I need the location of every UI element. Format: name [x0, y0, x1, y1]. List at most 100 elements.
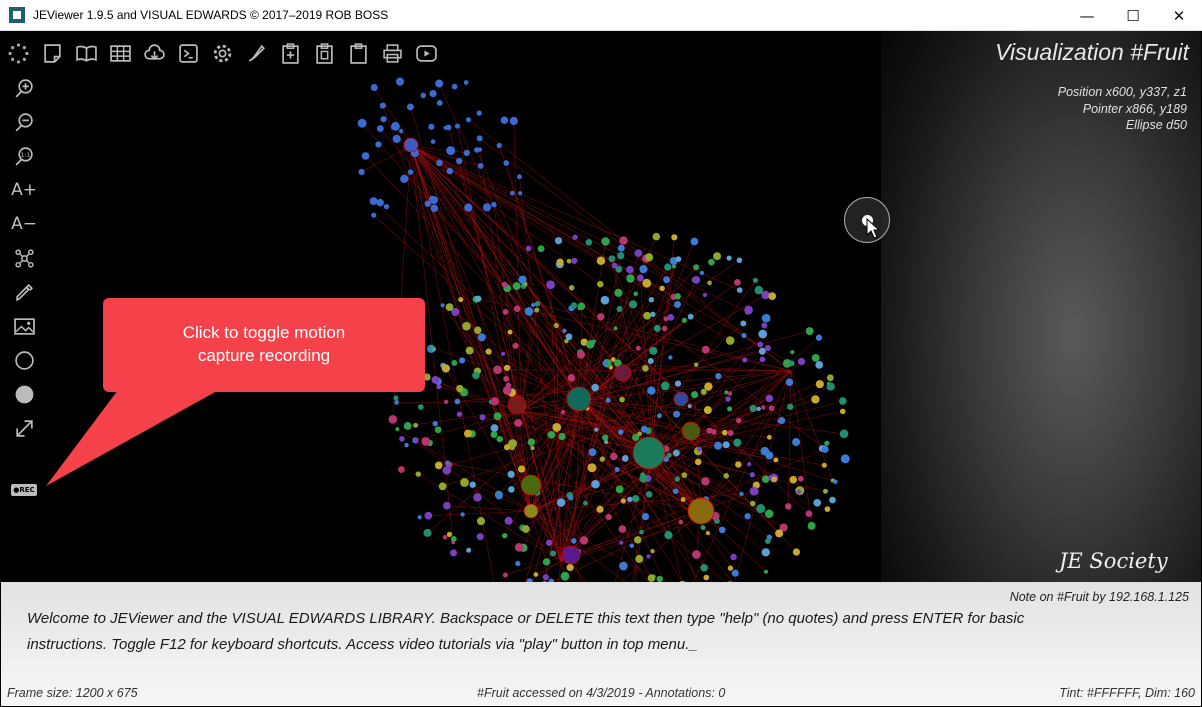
graph-hub-node[interactable] — [632, 436, 666, 470]
graph-node[interactable] — [456, 157, 463, 165]
graph-node[interactable] — [626, 265, 634, 274]
graph-node[interactable] — [703, 406, 712, 415]
graph-node[interactable] — [790, 350, 795, 355]
graph-node[interactable] — [639, 474, 648, 483]
graph-node[interactable] — [761, 290, 770, 300]
graph-node[interactable] — [693, 264, 700, 271]
graph-node[interactable] — [749, 486, 759, 496]
graph-hub-node[interactable] — [687, 497, 715, 525]
graph-node[interactable] — [735, 461, 742, 468]
graph-node[interactable] — [784, 503, 792, 510]
graph-node[interactable] — [553, 322, 559, 329]
graph-node[interactable] — [640, 425, 648, 433]
graph-node[interactable] — [614, 288, 623, 297]
graph-node[interactable] — [477, 333, 486, 342]
graph-node[interactable] — [642, 278, 652, 288]
graph-node[interactable] — [757, 341, 764, 348]
graph-node[interactable] — [792, 438, 801, 447]
graph-node[interactable] — [741, 332, 747, 339]
graph-node[interactable] — [490, 397, 499, 406]
graph-node[interactable] — [375, 141, 382, 148]
cloud-download-icon[interactable] — [137, 38, 171, 68]
graph-node[interactable] — [503, 444, 511, 451]
graph-node[interactable] — [680, 497, 686, 502]
graph-node[interactable] — [620, 498, 626, 504]
graph-node[interactable] — [636, 274, 644, 282]
graph-node[interactable] — [661, 325, 668, 332]
graph-node[interactable] — [619, 236, 628, 245]
graph-node[interactable] — [534, 301, 541, 307]
graph-node[interactable] — [740, 320, 747, 327]
graph-node[interactable] — [474, 326, 482, 334]
graph-node[interactable] — [395, 77, 405, 86]
graph-node[interactable] — [463, 429, 472, 438]
graph-node[interactable] — [725, 396, 731, 402]
graph-node[interactable] — [821, 462, 827, 468]
graph-node[interactable] — [764, 569, 769, 574]
graph-node[interactable] — [525, 245, 532, 252]
graph-node[interactable] — [722, 429, 728, 436]
graph-node[interactable] — [706, 427, 713, 434]
graph-node[interactable] — [626, 274, 635, 283]
graph-node[interactable] — [811, 395, 820, 404]
graph-node[interactable] — [727, 430, 734, 437]
graph-node[interactable] — [588, 448, 597, 457]
graph-node[interactable] — [787, 403, 794, 410]
graph-node[interactable] — [840, 454, 850, 464]
graph-node[interactable] — [556, 258, 564, 266]
graph-node[interactable] — [839, 408, 846, 415]
graph-node[interactable] — [399, 436, 405, 442]
graph-node[interactable] — [715, 373, 722, 380]
graph-node[interactable] — [454, 123, 461, 129]
graph-node[interactable] — [582, 500, 588, 506]
graph-node[interactable] — [420, 92, 427, 99]
graph-node[interactable] — [491, 201, 497, 208]
graph-node[interactable] — [619, 540, 624, 545]
graph-node[interactable] — [600, 295, 610, 305]
graph-node[interactable] — [445, 460, 450, 466]
graph-node[interactable] — [441, 364, 450, 373]
graph-hub-node[interactable] — [561, 545, 581, 565]
graph-node[interactable] — [739, 491, 744, 497]
graph-node[interactable] — [485, 348, 492, 355]
graph-node[interactable] — [610, 452, 618, 461]
graph-node[interactable] — [749, 404, 757, 413]
graph-node[interactable] — [730, 553, 737, 561]
graph-node[interactable] — [659, 285, 665, 292]
graph-node[interactable] — [771, 476, 777, 483]
graph-node[interactable] — [744, 513, 751, 520]
graph-node[interactable] — [391, 121, 400, 131]
graph-node[interactable] — [518, 191, 523, 196]
graph-node[interactable] — [369, 197, 378, 205]
minimize-button[interactable]: — — [1064, 0, 1110, 31]
graph-node[interactable] — [681, 472, 688, 479]
graph-node[interactable] — [568, 285, 575, 291]
graph-node[interactable] — [703, 574, 710, 581]
graph-node[interactable] — [768, 292, 777, 301]
graph-node[interactable] — [473, 493, 482, 502]
graph-node[interactable] — [430, 204, 439, 213]
graph-node[interactable] — [501, 351, 506, 356]
graph-node[interactable] — [585, 340, 595, 349]
graph-node[interactable] — [807, 521, 816, 530]
graph-node[interactable] — [460, 512, 465, 517]
graph-node[interactable] — [788, 360, 795, 367]
graph-node[interactable] — [687, 313, 694, 320]
graph-node[interactable] — [826, 374, 834, 382]
graph-node[interactable] — [645, 491, 653, 498]
graph-node[interactable] — [476, 517, 486, 526]
graph-node[interactable] — [442, 534, 448, 540]
graph-node[interactable] — [637, 431, 642, 437]
graph-node[interactable] — [821, 445, 829, 453]
graph-node[interactable] — [822, 488, 828, 494]
graph-node[interactable] — [434, 426, 442, 434]
graph-node[interactable] — [672, 449, 680, 457]
loading-dots-icon[interactable] — [1, 38, 35, 68]
graph-node[interactable] — [450, 535, 457, 542]
graph-node[interactable] — [552, 422, 562, 432]
graph-node[interactable] — [503, 364, 511, 371]
graph-node[interactable] — [502, 572, 508, 578]
graph-node[interactable] — [674, 380, 682, 387]
graph-node[interactable] — [496, 142, 502, 149]
clipboard-add-icon[interactable] — [273, 38, 307, 68]
